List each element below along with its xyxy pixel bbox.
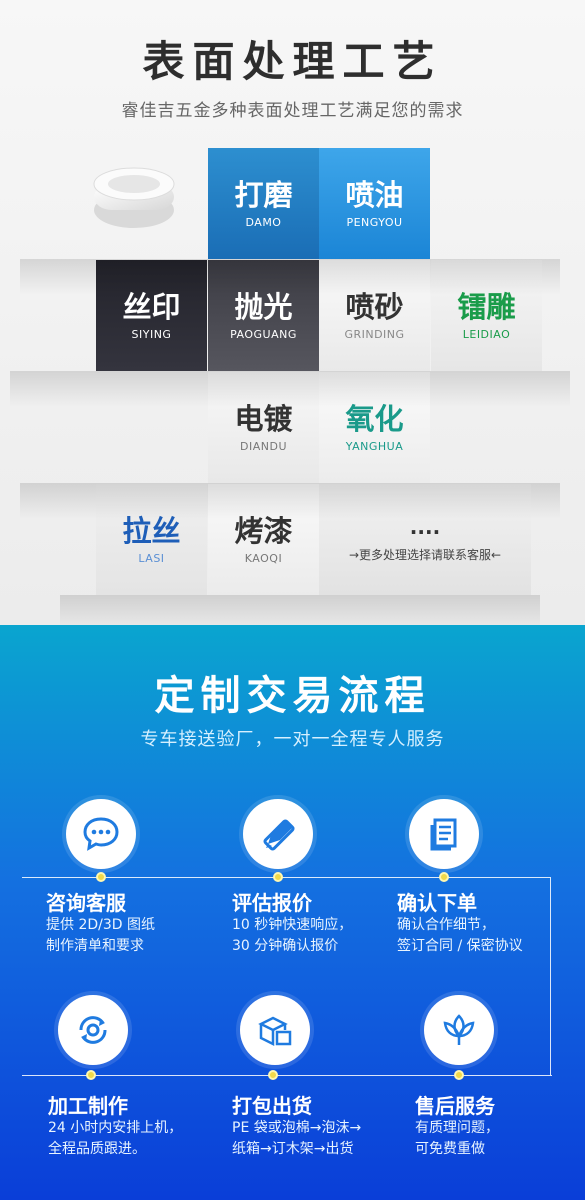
process-section: 定制交易流程 专车接送验厂，一对一全程专人服务 咨询客服 提供 2D/3D 图纸…	[0, 625, 585, 1200]
tile-siying-en: SIYING	[131, 328, 172, 341]
surface-subtitle: 睿佳吉五金多种表面处理工艺满足您的需求	[121, 101, 464, 121]
tile-damo-cn: 打磨	[234, 178, 293, 212]
step-2-line2: 30 分钟确认报价	[232, 938, 339, 954]
document-icon	[430, 818, 457, 851]
tile-diandu-cn: 电镀	[234, 402, 293, 436]
step-4-line1: 24 小时内安排上机，	[48, 1120, 183, 1136]
step-5-dot	[268, 1070, 278, 1080]
step-3-title: 确认下单	[397, 891, 477, 915]
step-2-line1: 10 秒钟快速响应，	[232, 917, 353, 933]
connector-line-bottom	[22, 1075, 552, 1076]
tile-more-dots: ....	[409, 515, 441, 539]
tile-leidiao-en: LEIDIAO	[462, 328, 511, 341]
tile-kaoqi-cn: 烤漆	[234, 514, 293, 548]
step-4-dot	[86, 1070, 96, 1080]
process-subtitle: 专车接送验厂，一对一全程专人服务	[140, 729, 445, 750]
tile-damo: 打磨 DAMO	[208, 148, 319, 259]
step-3-circle	[409, 799, 479, 869]
gear-cycle-icon	[79, 1016, 107, 1044]
tile-paoguang-cn: 抛光	[234, 290, 293, 324]
connector-line-right	[550, 877, 551, 1075]
process-title: 定制交易流程	[154, 673, 431, 719]
tile-kaoqi-en: KAOQI	[244, 552, 283, 565]
step-1-line2: 制作清单和要求	[46, 938, 144, 954]
tile-grinding-en: GRINDING	[344, 328, 405, 341]
step-2-title: 评估报价	[232, 891, 312, 915]
step-3-line1: 确认合作细节，	[397, 917, 495, 933]
surface-title: 表面处理工艺	[142, 37, 443, 86]
boxes-icon	[258, 1016, 292, 1047]
step-2-dot	[273, 872, 283, 882]
step-6-circle	[424, 995, 494, 1065]
tile-diandu-en: DIANDU	[240, 440, 287, 453]
tile-leidiao-cn: 镭雕	[457, 290, 516, 324]
step-1-dot	[96, 872, 106, 882]
tile-yanghua-en: YANGHUA	[345, 440, 404, 453]
pencil-ruler-icon	[263, 819, 295, 851]
tile-lasi-cn: 拉丝	[122, 514, 181, 548]
step-3-line2: 签订合同 / 保密协议	[397, 938, 523, 954]
tile-lasi-en: LASI	[138, 552, 165, 565]
tile-siying-cn: 丝印	[122, 290, 181, 324]
tile-damo-en: DAMO	[245, 216, 282, 229]
surface-section: 表面处理工艺 睿佳吉五金多种表面处理工艺满足您的需求 打磨 DAMO 喷油 PE…	[0, 0, 585, 625]
tile-pengyou-en: PENGYOU	[346, 216, 403, 229]
shadow-row-4	[60, 595, 540, 625]
step-4-title: 加工制作	[48, 1094, 128, 1118]
step-5-line2: 纸箱→订木架→出货	[232, 1141, 354, 1157]
shadow-row-3	[20, 483, 560, 519]
step-2-circle	[243, 799, 313, 869]
step-6-line2: 可免费重做	[415, 1141, 485, 1157]
tile-pengyou: 喷油 PENGYOU	[319, 148, 430, 259]
tile-paoguang-en: PAOGUANG	[230, 328, 297, 341]
shadow-row-2	[10, 371, 570, 407]
product-sample-image	[93, 167, 175, 228]
step-4-circle	[58, 995, 128, 1065]
step-1-title: 咨询客服	[46, 891, 126, 915]
step-6-dot	[454, 1070, 464, 1080]
step-5-title: 打包出货	[232, 1094, 312, 1118]
tile-grinding-cn: 喷砂	[345, 290, 404, 324]
step-1-circle	[66, 799, 136, 869]
shadow-row-1	[20, 259, 560, 295]
chat-icon	[83, 817, 119, 851]
step-6-line1: 有质理问题，	[415, 1120, 499, 1136]
step-4-line2: 全程品质跟进。	[48, 1141, 146, 1157]
step-5-circle	[240, 995, 310, 1065]
step-6-title: 售后服务	[415, 1094, 495, 1118]
step-1-line1: 提供 2D/3D 图纸	[46, 917, 155, 933]
tile-pengyou-cn: 喷油	[345, 178, 404, 212]
tile-yanghua-cn: 氧化	[345, 402, 404, 436]
step-3-dot	[439, 872, 449, 882]
tile-more-text: →更多处理选择请联系客服←	[348, 548, 502, 562]
lotus-icon	[443, 1014, 475, 1045]
step-5-line1: PE 袋或泡棉→泡沫→	[232, 1120, 362, 1136]
